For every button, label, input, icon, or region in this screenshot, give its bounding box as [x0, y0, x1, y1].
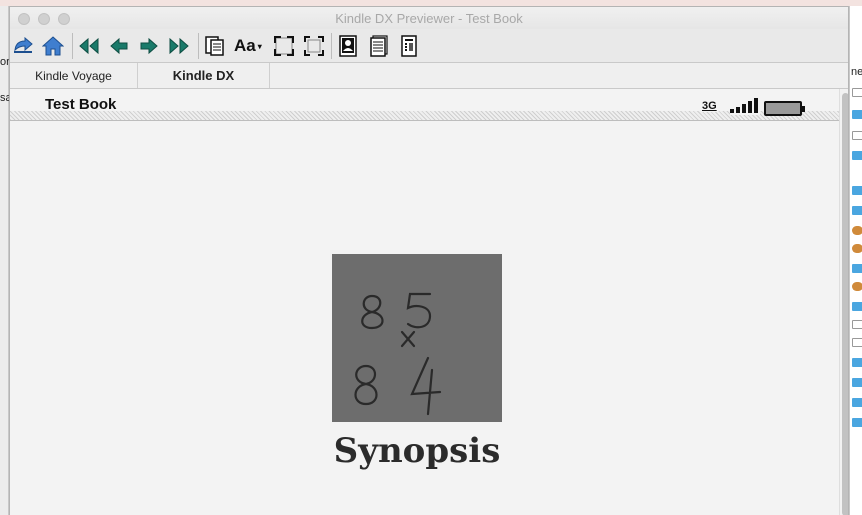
- toolbar-separator: [72, 33, 73, 59]
- signal-bar: [730, 109, 734, 113]
- navigation-view-button[interactable]: [397, 34, 421, 58]
- tab-kindle-voyage[interactable]: Kindle Voyage: [10, 63, 138, 88]
- tab-kindle-dx[interactable]: Kindle DX: [138, 63, 270, 88]
- scrollbar-thumb[interactable]: [842, 93, 848, 515]
- double-right-arrow-icon: [169, 37, 189, 55]
- document-pages-icon: [205, 36, 224, 56]
- folder-icon: [852, 151, 862, 160]
- status-bar-pattern: [10, 111, 839, 121]
- folder-icon: [852, 186, 862, 195]
- last-page-button[interactable]: [167, 34, 191, 58]
- document-icon: [852, 320, 862, 329]
- signal-bar: [742, 104, 746, 113]
- app-icon: [852, 226, 862, 235]
- book-cover-icon: [339, 35, 357, 57]
- device-tabs: Kindle Voyage Kindle DX: [10, 63, 848, 89]
- window-title: Kindle DX Previewer - Test Book: [335, 11, 523, 26]
- document-icon: [852, 338, 862, 347]
- signal-bar: [754, 98, 758, 113]
- document-icon: [852, 88, 862, 97]
- background-window-left: or sa: [0, 6, 12, 515]
- previewer-window: Kindle DX Previewer - Test Book Aa ▾ Kin…: [9, 6, 849, 515]
- first-page-button[interactable]: [77, 34, 101, 58]
- vertical-scrollbar[interactable]: [839, 89, 848, 515]
- device-outline-icon: [401, 35, 417, 57]
- signal-bar: [736, 107, 740, 113]
- folder-icon: [852, 358, 862, 367]
- device-screen: Test Book 3G Synopsis: [10, 89, 839, 515]
- go-to-button[interactable]: [203, 34, 227, 58]
- font-size-button[interactable]: Aa ▾: [234, 34, 270, 58]
- folder-icon: [852, 302, 862, 311]
- toolbar: Aa ▾: [10, 29, 848, 63]
- folder-icon: [852, 418, 862, 427]
- signal-bar: [748, 101, 752, 113]
- list-pages-icon: [370, 35, 388, 57]
- table-of-contents-button[interactable]: [367, 34, 391, 58]
- app-icon: [852, 282, 862, 291]
- document-icon: [852, 131, 862, 140]
- cover-view-button[interactable]: [336, 34, 360, 58]
- background-text-fragment: ne: [851, 66, 862, 78]
- home-button[interactable]: [41, 34, 65, 58]
- device-status-bar: Test Book 3G: [10, 89, 839, 122]
- cover-image: [332, 254, 502, 422]
- fit-screen-button[interactable]: [272, 34, 296, 58]
- title-bar[interactable]: Kindle DX Previewer - Test Book: [10, 7, 848, 29]
- back-arrow-icon: [14, 37, 33, 53]
- folder-icon: [852, 264, 862, 273]
- dropdown-caret-icon: ▾: [257, 41, 262, 51]
- book-title: Test Book: [45, 96, 117, 113]
- toolbar-separator: [331, 33, 332, 59]
- expand-corners-icon: [274, 36, 294, 56]
- section-heading: Synopsis: [333, 431, 501, 471]
- right-arrow-icon: [140, 37, 158, 55]
- frame-corners-icon: [304, 36, 324, 56]
- folder-icon: [852, 398, 862, 407]
- left-arrow-icon: [110, 37, 128, 55]
- folder-icon: [852, 110, 862, 119]
- handwritten-cover-art: [354, 292, 442, 416]
- back-button[interactable]: [11, 34, 35, 58]
- full-screen-button[interactable]: [302, 34, 326, 58]
- previous-page-button[interactable]: [107, 34, 131, 58]
- app-icon: [852, 244, 862, 253]
- folder-icon: [852, 378, 862, 387]
- double-left-arrow-icon: [79, 37, 99, 55]
- toolbar-separator: [198, 33, 199, 59]
- background-finder-list: ne: [849, 6, 862, 515]
- folder-icon: [852, 206, 862, 215]
- signal-strength-icon: [730, 98, 760, 115]
- home-icon: [42, 36, 64, 56]
- battery-icon: [764, 101, 805, 116]
- network-indicator: 3G: [701, 100, 718, 112]
- font-size-label: Aa: [234, 36, 256, 55]
- next-page-button[interactable]: [137, 34, 161, 58]
